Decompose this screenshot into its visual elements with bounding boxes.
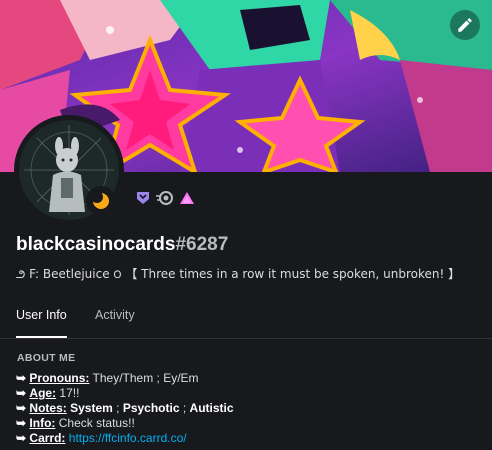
username-name: blackcasinocards [16,234,176,255]
boost-badge[interactable] [178,189,196,207]
bullet-arrow: ➥ [16,416,27,430]
about-row-notes: ➥ Notes: System ; Psychotic ; Autistic [16,401,234,416]
badge-row [134,189,196,207]
about-me-body: ➥ Pronouns: They/Them ; Ey/Em ➥ Age: 17!… [16,371,234,446]
username: blackcasinocards#6287 [16,234,228,256]
about-row-carrd: ➥ Carrd: https://ffcinfo.carrd.co/ [16,431,234,446]
notes-psychotic: Psychotic [122,401,180,415]
age-value: 17!! [56,386,80,400]
about-me-heading: ABOUT ME [17,352,76,364]
about-row-age: ➥ Age: 17!! [16,386,234,401]
profile-tabs: User Info Activity [0,296,492,339]
notes-key: Notes: [29,401,67,415]
bullet-arrow: ➥ [16,386,27,400]
tab-user-info[interactable]: User Info [16,308,67,338]
username-discriminator: #6287 [175,234,229,255]
carrd-key: Carrd: [29,431,66,445]
tab-activity[interactable]: Activity [95,308,135,336]
pencil-icon [458,18,472,32]
about-row-info: ➥ Info: Check status!! [16,416,234,431]
hypesquad-icon [137,192,149,204]
info-key: Info: [29,416,56,430]
pronouns-value: They/Them ; Ey/Em [89,371,199,385]
notes-autistic: Autistic [189,401,234,415]
nitro-badge[interactable] [156,189,174,207]
pronouns-key: Pronouns: [29,371,90,385]
bullet-arrow: ➥ [16,431,27,445]
notes-system: System [70,401,113,415]
idle-moon-icon [91,191,109,209]
hypesquad-badge[interactable] [134,189,152,207]
edit-profile-button[interactable] [450,10,480,40]
info-value: Check status!! [55,416,135,430]
boost-icon [180,192,194,204]
notes-sep-1: ; [112,401,123,415]
about-row-pronouns: ➥ Pronouns: They/Them ; Ey/Em [16,371,234,386]
custom-status: ౨ F: Beetlejuice ౦ 【 Three times in a ro… [16,267,461,281]
age-key: Age: [29,386,57,400]
nitro-icon [156,191,173,205]
status-indicator [86,186,116,216]
carrd-link[interactable]: https://ffcinfo.carrd.co/ [69,431,187,445]
bullet-arrow: ➥ [16,371,27,385]
bullet-arrow: ➥ [16,401,27,415]
notes-sep-2: ; [179,401,190,415]
